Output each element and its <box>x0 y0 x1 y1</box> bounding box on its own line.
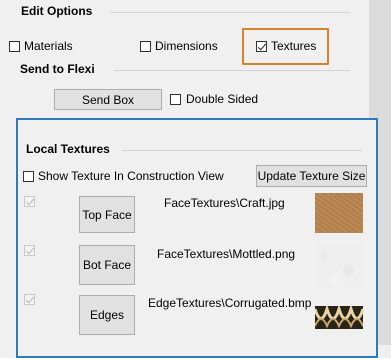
edit-options-divider <box>110 12 350 13</box>
show-texture-checkbox[interactable] <box>23 171 34 182</box>
dimensions-checkbox[interactable] <box>140 41 151 52</box>
top-face-path: FaceTextures\Craft.jpg <box>164 196 285 210</box>
bot-face-path: FaceTextures\Mottled.png <box>157 247 296 261</box>
double-sided-checkbox[interactable] <box>170 94 181 105</box>
corrugated-pattern-icon <box>315 306 363 329</box>
bot-face-checkbox[interactable] <box>24 245 35 256</box>
send-to-flexi-divider <box>114 70 350 71</box>
edit-options-title: Edit Options <box>21 4 93 18</box>
materials-label[interactable]: Materials <box>24 39 73 53</box>
bot-face-button[interactable]: Bot Face <box>79 245 135 285</box>
double-sided-label[interactable]: Double Sided <box>186 92 258 106</box>
dimensions-label[interactable]: Dimensions <box>155 39 218 53</box>
edges-button[interactable]: Edges <box>79 295 135 335</box>
corrugated-texture-swatch <box>315 306 363 329</box>
mottled-texture-swatch <box>315 243 363 288</box>
update-texture-size-button[interactable]: Update Texture Size <box>256 165 367 187</box>
craft-texture-swatch <box>315 193 363 233</box>
textures-label[interactable]: Textures <box>271 39 316 53</box>
textures-checkbox[interactable] <box>256 41 267 52</box>
send-box-button[interactable]: Send Box <box>54 89 162 110</box>
materials-checkbox[interactable] <box>9 41 20 52</box>
local-textures-title: Local Textures <box>26 142 110 156</box>
local-textures-divider <box>122 150 362 151</box>
edges-checkbox[interactable] <box>24 294 35 305</box>
send-to-flexi-title: Send to Flexi <box>20 62 95 76</box>
top-face-checkbox[interactable] <box>24 196 35 207</box>
top-face-button[interactable]: Top Face <box>79 196 135 233</box>
edges-path: EdgeTextures\Corrugated.bmp <box>148 296 312 310</box>
show-texture-label[interactable]: Show Texture In Construction View <box>38 169 224 183</box>
